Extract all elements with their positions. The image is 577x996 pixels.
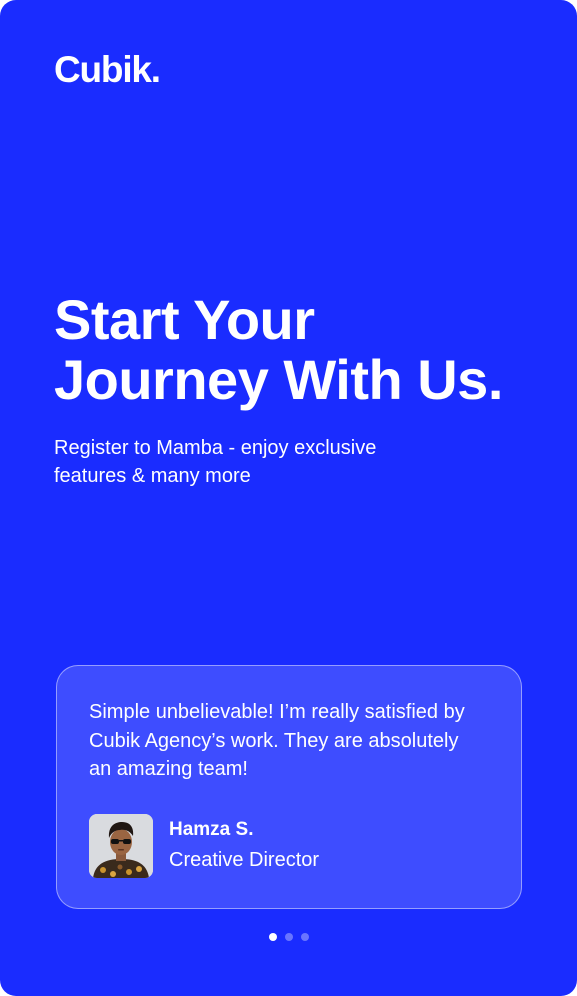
author-name: Hamza S.: [169, 819, 254, 840]
avatar-portrait-image: [89, 814, 153, 878]
carousel-pagination: [269, 933, 309, 941]
hero-title-line: Journey With Us.: [54, 348, 503, 411]
hero-subtitle-line: features & many more: [54, 465, 251, 487]
carousel-dot-2[interactable]: [285, 933, 293, 941]
hero-title: Start Your Journey With Us.: [54, 290, 554, 410]
carousel-dot-1[interactable]: [269, 933, 277, 941]
hero-subtitle: Register to Mamba - enjoy exclusive feat…: [54, 434, 434, 490]
author-role: Creative Director: [169, 849, 320, 871]
cubik-logo: Cubik.: [54, 49, 161, 90]
testimonial-quote-line: Cubik Agency’s work. They are absolutely: [89, 729, 459, 752]
testimonial-quote-line: Simple unbelievable! I’m really satisfie…: [89, 701, 465, 723]
author-avatar: [89, 814, 153, 878]
signup-hero-panel: Cubik. Start Your Journey With Us. Regis…: [0, 0, 577, 996]
testimonial-card: Simple unbelievable! I’m really satisfie…: [56, 665, 522, 909]
testimonial-quote: Simple unbelievable! I’m really satisfie…: [89, 698, 499, 784]
carousel-dot-3[interactable]: [301, 933, 309, 941]
hero-subtitle-line: Register to Mamba - enjoy exclusive: [54, 437, 377, 459]
hero-title-line: Start Your: [54, 288, 315, 351]
testimonial-quote-line: an amazing team!: [89, 758, 248, 780]
